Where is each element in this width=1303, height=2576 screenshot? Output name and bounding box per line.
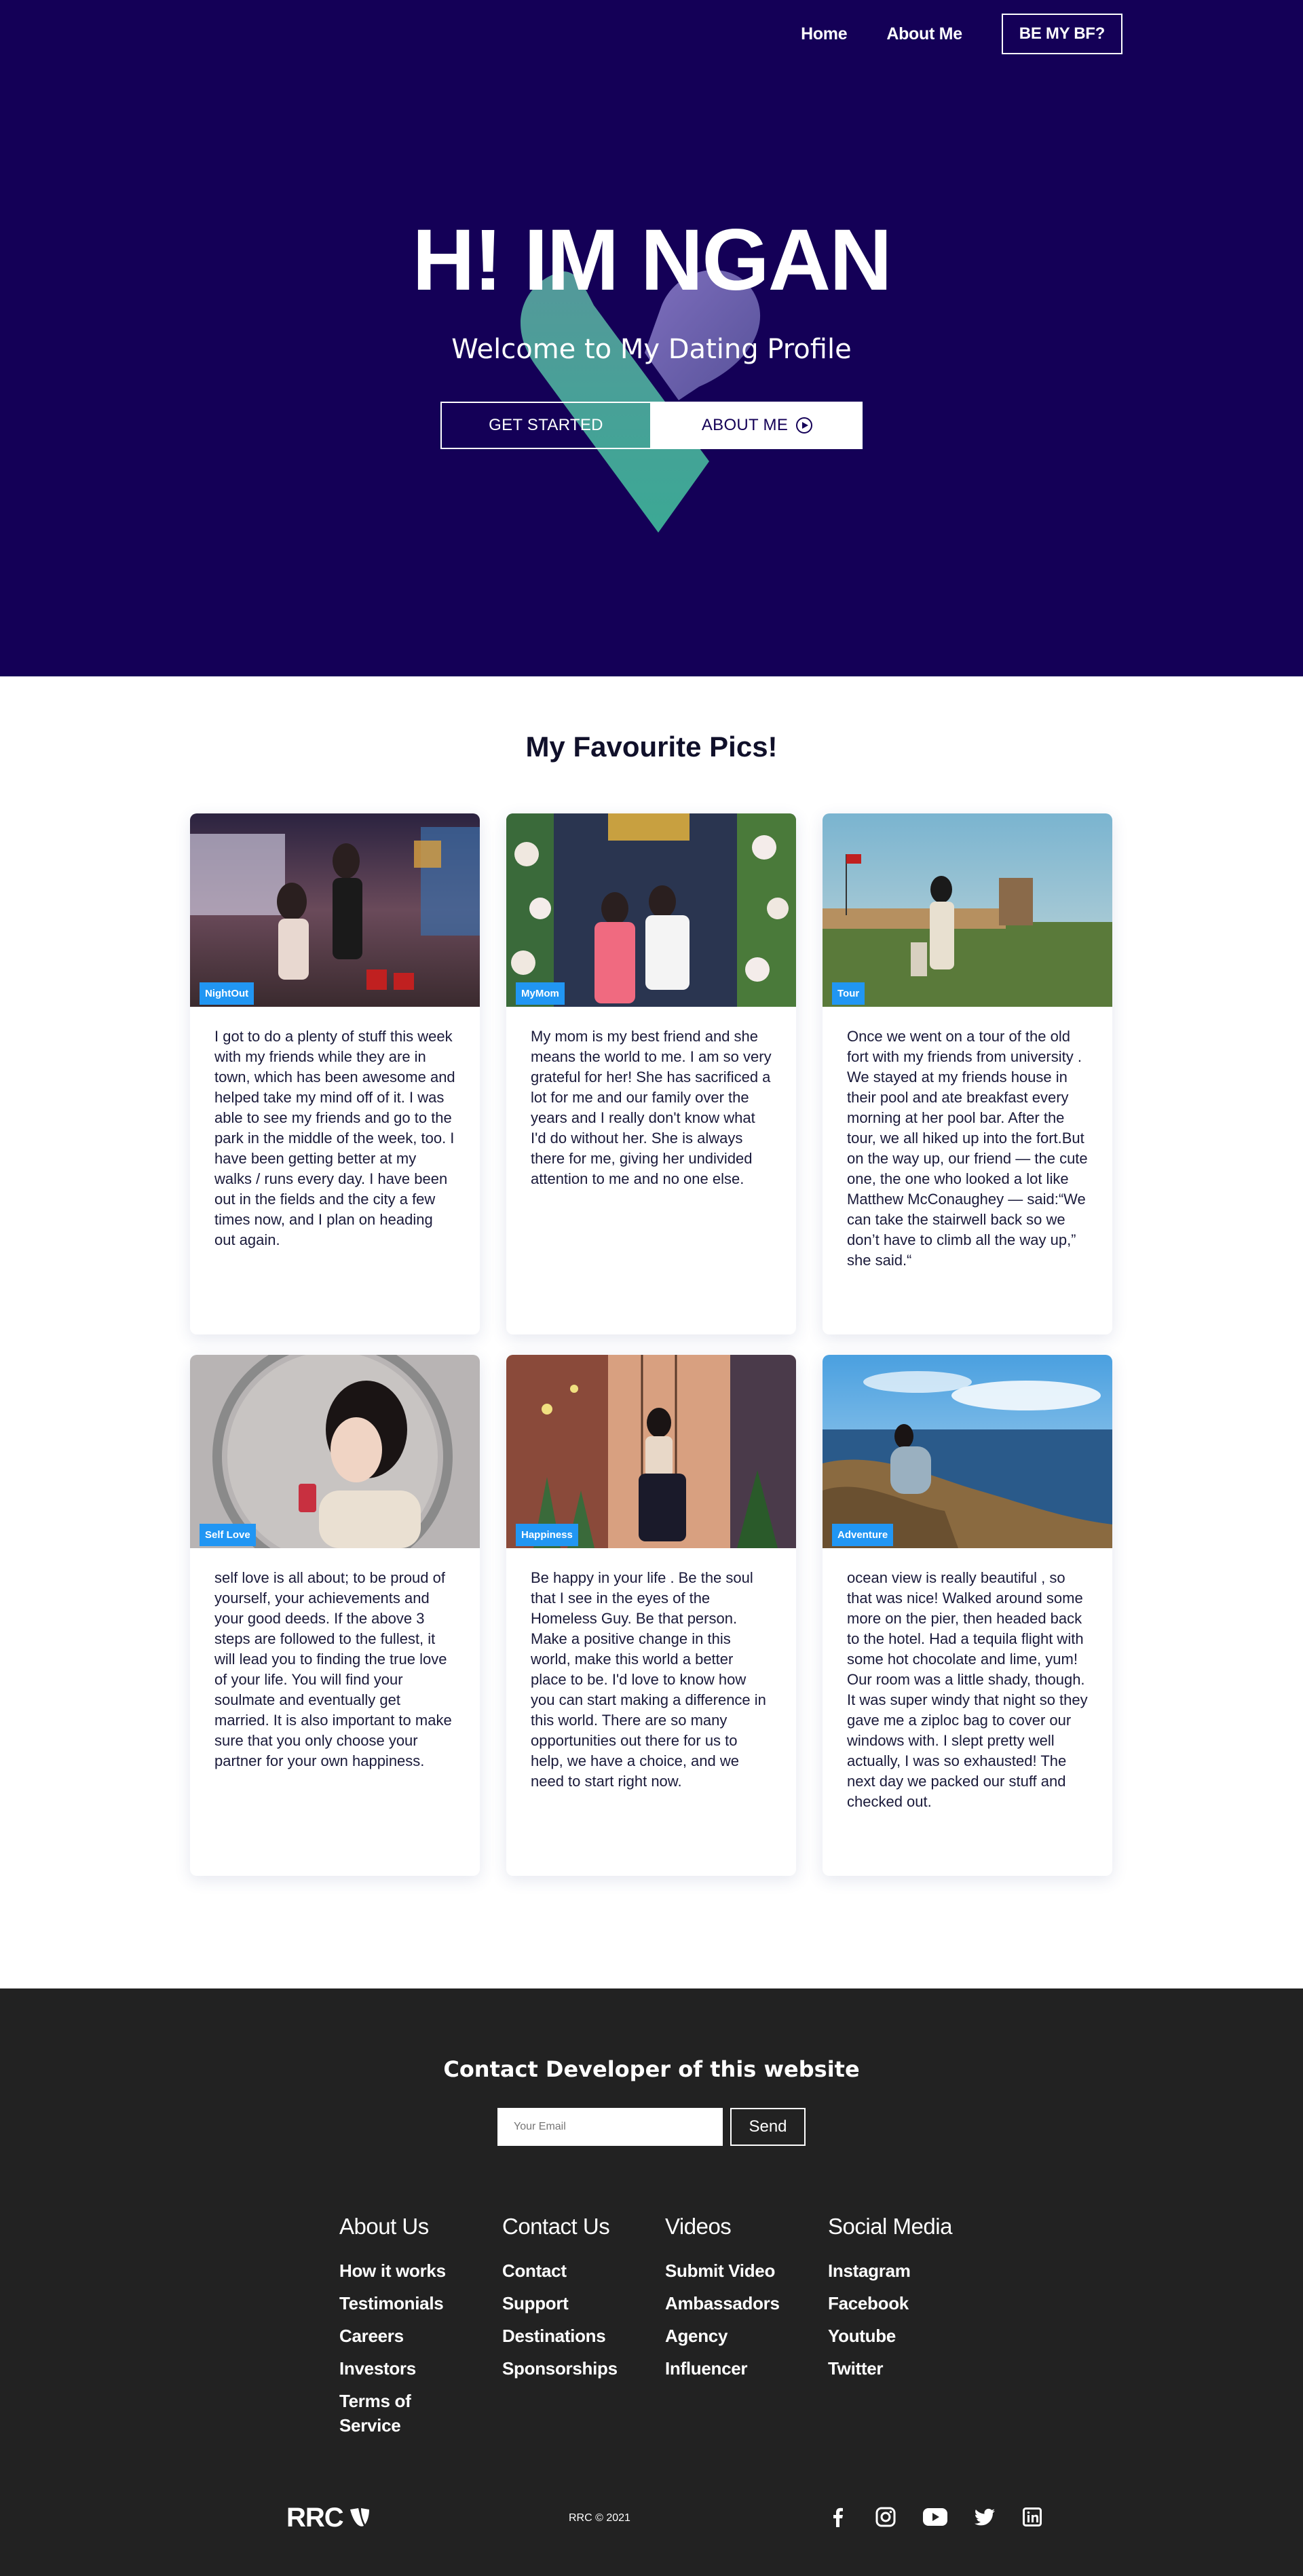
hero-buttons: GET STARTED ABOUT ME — [440, 402, 863, 449]
footer-column-videos: Videos Submit Video Ambassadors Agency I… — [665, 2214, 821, 2389]
photo-card[interactable]: NightOut I got to do a plenty of stuff t… — [190, 813, 480, 1334]
about-me-label: ABOUT ME — [701, 416, 789, 434]
youtube-icon[interactable] — [923, 2507, 947, 2527]
nav-about-link[interactable]: About Me — [886, 24, 962, 44]
copyright-text: RRC © 2021 — [569, 2512, 630, 2524]
footer-column-social: Social Media Instagram Facebook Youtube … — [828, 2214, 984, 2389]
photo-card[interactable]: Happiness Be happy in your life . Be the… — [506, 1355, 796, 1876]
footer-logo[interactable]: RRC — [286, 2503, 371, 2533]
social-icons — [828, 2507, 1042, 2527]
footer-link[interactable]: Careers — [339, 2324, 495, 2348]
card-text: My mom is my best friend and she means t… — [531, 1028, 772, 1187]
site-footer: Contact Developer of this website Send A… — [0, 1988, 1303, 2576]
footer-link[interactable]: Contact — [502, 2258, 658, 2283]
hero-title: H! IM NGAN — [412, 212, 892, 309]
footer-link[interactable]: Submit Video — [665, 2258, 821, 2283]
photo-card[interactable]: Self Love self love is all about; to be … — [190, 1355, 480, 1876]
play-circle-icon — [796, 417, 813, 434]
footer-column-title: Videos — [665, 2214, 732, 2239]
email-input[interactable] — [497, 2108, 723, 2146]
card-text: ocean view is really beautiful , so that… — [847, 1569, 1088, 1810]
nav-home-link[interactable]: Home — [801, 24, 848, 44]
card-tag[interactable]: Adventure — [832, 1524, 894, 1546]
get-started-button[interactable]: GET STARTED — [440, 402, 652, 449]
facebook-icon[interactable] — [828, 2507, 848, 2527]
card-text: Once we went on a tour of the old fort w… — [847, 1028, 1088, 1269]
card-photo-adventure — [823, 1355, 1112, 1548]
footer-column-contact: Contact Us Contact Support Destinations … — [502, 2214, 658, 2389]
typo3-logo-icon — [350, 2507, 369, 2526]
card-tag[interactable]: MyMom — [516, 982, 565, 1005]
footer-link[interactable]: Sponsorships — [502, 2356, 658, 2381]
twitter-icon[interactable] — [975, 2507, 995, 2527]
card-photo-nightout — [190, 813, 480, 1007]
card-text: Be happy in your life . Be the soul that… — [531, 1569, 766, 1790]
card-tag[interactable]: Self Love — [200, 1524, 256, 1546]
card-text: I got to do a plenty of stuff this week … — [214, 1028, 455, 1248]
favourite-pics-section: My Favourite Pics! NightOut I got to do … — [0, 676, 1303, 1988]
footer-link[interactable]: Agency — [665, 2324, 821, 2348]
footer-column-title: Social Media — [828, 2214, 952, 2239]
card-photo-mymom — [506, 813, 796, 1007]
hero-section: Home About Me BE MY BF? H! IM NGAN Welco… — [0, 0, 1303, 676]
card-photo-happiness — [506, 1355, 796, 1548]
footer-link[interactable]: Ambassadors — [665, 2291, 821, 2315]
footer-link[interactable]: Twitter — [828, 2356, 984, 2381]
footer-link[interactable]: Youtube — [828, 2324, 984, 2348]
footer-link[interactable]: Instagram — [828, 2258, 984, 2283]
footer-link[interactable]: Influencer — [665, 2356, 821, 2381]
footer-link[interactable]: Support — [502, 2291, 658, 2315]
footer-column-about: About Us How it works Testimonials Caree… — [339, 2214, 495, 2446]
about-me-button[interactable]: ABOUT ME — [652, 402, 863, 449]
get-started-label: GET STARTED — [489, 416, 603, 434]
card-photo-selflove — [190, 1355, 480, 1577]
footer-column-title: Contact Us — [502, 2214, 610, 2239]
card-tag[interactable]: Happiness — [516, 1524, 578, 1546]
linkedin-icon[interactable] — [1022, 2507, 1042, 2527]
logo-text: RRC — [286, 2503, 344, 2533]
footer-link[interactable]: Testimonials — [339, 2291, 495, 2315]
hero-subtitle: Welcome to My Dating Profile — [451, 334, 852, 365]
be-my-bf-button[interactable]: BE MY BF? — [1001, 14, 1122, 54]
photo-card[interactable]: Tour Once we went on a tour of the old f… — [823, 813, 1112, 1334]
footer-link[interactable]: Investors — [339, 2356, 495, 2381]
footer-link[interactable]: How it works — [339, 2258, 495, 2283]
contact-title: Contact Developer of this website — [443, 2056, 860, 2082]
photo-card[interactable]: MyMom My mom is my best friend and she m… — [506, 813, 796, 1334]
card-tag[interactable]: Tour — [832, 982, 865, 1005]
footer-link[interactable]: Destinations — [502, 2324, 658, 2348]
footer-link[interactable]: Facebook — [828, 2291, 984, 2315]
card-photo-tour — [823, 813, 1112, 1007]
footer-column-title: About Us — [339, 2214, 429, 2239]
photo-card[interactable]: Adventure ocean view is really beautiful… — [823, 1355, 1112, 1876]
section-title: My Favourite Pics! — [525, 731, 778, 763]
send-button[interactable]: Send — [730, 2108, 806, 2146]
card-tag[interactable]: NightOut — [200, 982, 254, 1005]
instagram-icon[interactable] — [875, 2507, 896, 2527]
footer-link[interactable]: Terms of Service — [339, 2389, 428, 2438]
top-nav: Home About Me BE MY BF? — [801, 14, 1122, 54]
card-text: self love is all about; to be proud of y… — [214, 1569, 452, 1769]
